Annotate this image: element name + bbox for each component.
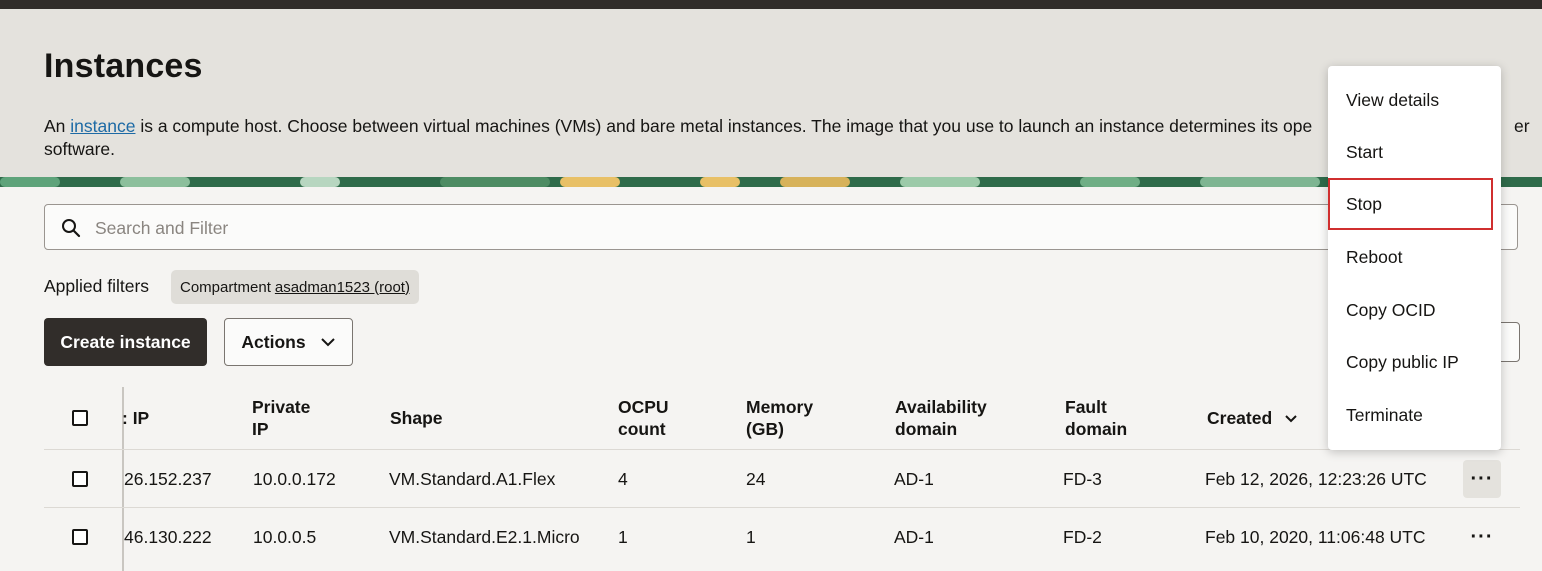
chip-key: Compartment bbox=[180, 278, 271, 296]
cell-created: Feb 10, 2020, 11:06:48 UTC bbox=[1205, 526, 1426, 547]
cell-public-ip: 26.152.237 bbox=[124, 468, 212, 489]
chip-value-link[interactable]: asadman1523 (root) bbox=[275, 279, 410, 296]
cell-availability-domain: AD-1 bbox=[894, 468, 934, 489]
cell-fault-domain: FD-3 bbox=[1063, 468, 1102, 489]
header-created-label: Created bbox=[1207, 408, 1273, 428]
header-private-ip[interactable]: Private IP bbox=[252, 387, 310, 449]
header-fd-line2: domain bbox=[1065, 419, 1128, 439]
cell-shape: VM.Standard.E2.1.Micro bbox=[389, 526, 580, 547]
header-public-ip[interactable]: : IP bbox=[122, 387, 149, 449]
header-availability-domain[interactable]: Availability domain bbox=[895, 387, 987, 449]
header-ocpu-line1: OCPU bbox=[618, 397, 669, 417]
top-bar bbox=[0, 0, 1542, 9]
cell-private-ip: 10.0.0.172 bbox=[253, 468, 336, 489]
table-row[interactable]: 46.130.222 10.0.0.5 VM.Standard.E2.1.Mic… bbox=[44, 507, 1520, 566]
header-private-ip-line2: IP bbox=[252, 419, 269, 439]
header-memory-line1: Memory bbox=[746, 397, 814, 417]
page-title: Instances bbox=[44, 47, 203, 85]
cell-ocpu: 1 bbox=[618, 526, 628, 547]
header-ocpu-line2: count bbox=[618, 419, 666, 439]
cell-memory: 1 bbox=[746, 526, 756, 547]
description-line-2: software. bbox=[44, 139, 115, 159]
menu-item-reboot[interactable]: Reboot bbox=[1328, 232, 1501, 282]
menu-item-start[interactable]: Start bbox=[1328, 127, 1501, 177]
chevron-down-icon bbox=[320, 338, 335, 347]
description-trailing: er bbox=[1514, 116, 1530, 136]
cell-ocpu: 4 bbox=[618, 468, 628, 489]
menu-item-stop[interactable]: Stop bbox=[1328, 178, 1493, 230]
cell-public-ip: 46.130.222 bbox=[124, 526, 212, 547]
more-actions-icon[interactable]: ··· bbox=[1463, 518, 1501, 556]
menu-item-view-details[interactable]: View details bbox=[1328, 75, 1501, 125]
header-ad-line2: domain bbox=[895, 419, 958, 439]
header-fd-line1: Fault bbox=[1065, 397, 1107, 417]
instances-table: : IP Private IP Shape OCPU count Memory (GB… bbox=[44, 387, 1520, 571]
header-created[interactable]: Created bbox=[1207, 387, 1298, 449]
applied-filters-label: Applied filters bbox=[44, 276, 150, 296]
page-description: An instance is a compute host. Choose be… bbox=[44, 115, 1530, 161]
create-instance-button[interactable]: Create instance bbox=[44, 318, 207, 366]
search-input[interactable] bbox=[93, 214, 1297, 242]
description-prefix: An bbox=[44, 116, 71, 136]
header-private-ip-line1: Private bbox=[252, 397, 311, 417]
menu-item-copy-ocid[interactable]: Copy OCID bbox=[1328, 285, 1501, 335]
sort-chevron-icon bbox=[1285, 414, 1297, 422]
cell-fault-domain: FD-2 bbox=[1063, 526, 1102, 547]
row-actions-menu: View details Start Stop Reboot Copy OCID… bbox=[1328, 66, 1501, 450]
header-ocpu[interactable]: OCPU count bbox=[618, 387, 669, 449]
description-suffix: is a compute host. Choose between virtua… bbox=[135, 116, 1313, 136]
cell-shape: VM.Standard.A1.Flex bbox=[389, 468, 556, 489]
actions-label: Actions bbox=[241, 331, 306, 352]
header-memory[interactable]: Memory (GB) bbox=[746, 387, 813, 449]
search-icon bbox=[62, 219, 81, 238]
select-all-cell bbox=[72, 387, 88, 449]
more-actions-icon[interactable]: ··· bbox=[1463, 460, 1501, 498]
search-bar[interactable] bbox=[44, 204, 1518, 250]
row-checkbox[interactable] bbox=[72, 471, 88, 487]
actions-dropdown-button[interactable]: Actions bbox=[224, 318, 353, 366]
cell-availability-domain: AD-1 bbox=[894, 526, 934, 547]
menu-item-terminate[interactable]: Terminate bbox=[1328, 390, 1501, 440]
cell-created: Feb 12, 2026, 12:23:26 UTC bbox=[1205, 468, 1427, 489]
menu-item-copy-public-ip[interactable]: Copy public IP bbox=[1328, 337, 1501, 387]
compartment-filter-chip[interactable]: Compartment asadman1523 (root) bbox=[171, 270, 419, 304]
decorative-banner bbox=[0, 177, 1542, 187]
header-shape[interactable]: Shape bbox=[390, 387, 443, 449]
page-header: Instances An instance is a compute host.… bbox=[0, 9, 1542, 177]
table-row[interactable]: 26.152.237 10.0.0.172 VM.Standard.A1.Fle… bbox=[44, 449, 1520, 508]
header-fault-domain[interactable]: Fault domain bbox=[1065, 387, 1127, 449]
header-memory-line2: (GB) bbox=[746, 419, 784, 439]
row-checkbox[interactable] bbox=[72, 529, 88, 545]
select-all-checkbox[interactable] bbox=[72, 410, 88, 426]
cell-private-ip: 10.0.0.5 bbox=[253, 526, 317, 547]
cell-memory: 24 bbox=[746, 468, 766, 489]
instance-link[interactable]: instance bbox=[70, 116, 135, 136]
header-ad-line1: Availability bbox=[895, 397, 987, 417]
